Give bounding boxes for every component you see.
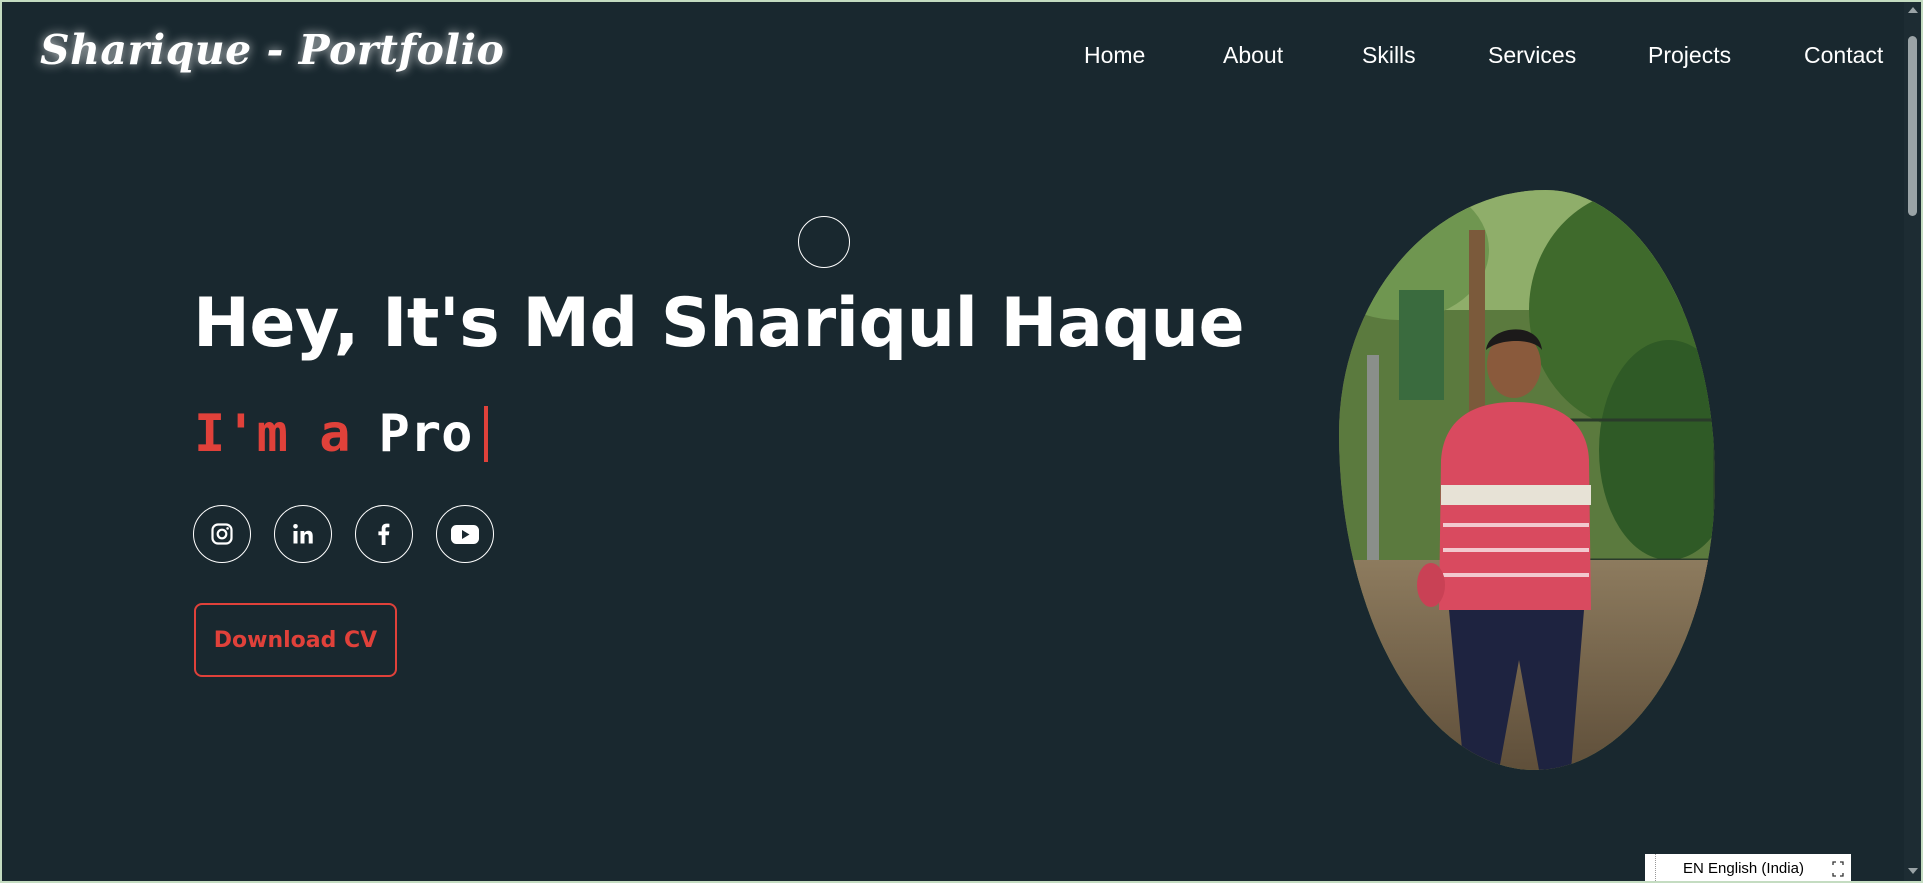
youtube-link[interactable] [436,505,494,563]
instagram-link[interactable] [193,505,251,563]
language-label: EN English (India) [1683,860,1804,877]
site-logo[interactable]: Sharique - Portfolio [40,26,504,74]
nav-projects[interactable]: Projects [1648,42,1731,69]
scroll-up-arrow[interactable] [1908,7,1918,13]
youtube-icon [451,525,479,544]
hero-title: Hey, It's Md Shariqul Haque [193,284,1245,363]
page: Sharique - Portfolio Home About Skills S… [2,2,1921,881]
typed-prefix: I'm a [194,404,351,464]
linkedin-icon [293,524,313,544]
nav-skills[interactable]: Skills [1362,42,1416,69]
cursor-ring [798,216,850,268]
typing-caret [484,406,489,462]
language-bar[interactable]: EN English (India) [1645,854,1851,881]
page-scrollbar[interactable] [1904,2,1921,881]
facebook-icon [378,523,390,545]
download-cv-button[interactable]: Download CV [194,603,397,677]
typed-word: Pro [378,404,473,464]
facebook-link[interactable] [355,505,413,563]
nav-home[interactable]: Home [1084,42,1145,69]
linkedin-link[interactable] [274,505,332,563]
nav-contact[interactable]: Contact [1804,42,1883,69]
instagram-icon [211,523,233,545]
profile-photo [1339,190,1715,770]
language-bar-grip [1645,854,1656,881]
scroll-thumb[interactable] [1908,36,1917,216]
typed-text: I'm a Pro [194,402,489,466]
nav-about[interactable]: About [1223,42,1283,69]
expand-icon[interactable] [1831,860,1845,878]
nav-services[interactable]: Services [1488,42,1576,69]
scroll-down-arrow[interactable] [1908,868,1918,874]
